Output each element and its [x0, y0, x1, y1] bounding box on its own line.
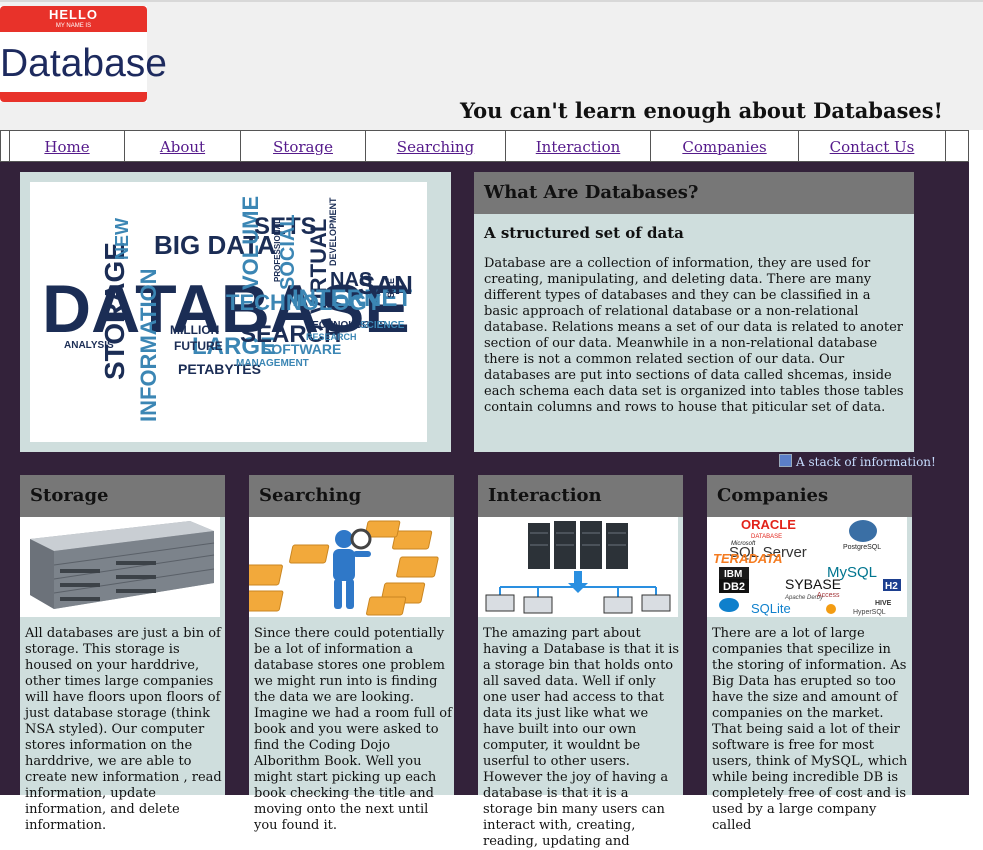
card-storage-heading: Storage [20, 475, 225, 517]
logo-my-name-is: MY NAME IS [55, 23, 92, 29]
card-companies-heading: Companies [707, 475, 912, 517]
nav-item-interaction: Interaction [505, 131, 650, 161]
folders-svg [249, 520, 439, 616]
page-header: HELLO MY NAME IS Database You can't lear… [0, 0, 983, 130]
word-cloud-word: NEW [112, 218, 132, 260]
network-servers-image [478, 517, 678, 617]
word-cloud-word: SOFTWARE [262, 341, 341, 357]
word-cloud-word: MILLION [170, 323, 219, 337]
nav-link-searching[interactable]: Searching [397, 138, 474, 156]
main-nav: Home About Storage Searching Interaction… [0, 130, 969, 162]
logos-svg: ORACLE DATABASE Microsoft SQL Server Pos… [713, 517, 901, 616]
nav-link-home[interactable]: Home [44, 138, 89, 156]
card-searching-text: Since there could potentially be a lot o… [254, 626, 452, 833]
sybase-logo: SYBASE [785, 576, 841, 592]
what-text: Database are a collection of information… [484, 256, 904, 415]
word-cloud-word: ANALYSIS [64, 340, 114, 351]
word-cloud-svg: DATABASEBIG DATAVOLUMESETSSOCIAL VIRTUALT… [42, 196, 413, 422]
logo-word: Database [0, 42, 167, 85]
database-word-cloud-image: DATABASE BIG DATA VOLUME SETS SOCIAL VIRTUAL T… [30, 182, 427, 442]
card-interaction-text: The amazing part about having a Database… [483, 626, 680, 849]
caption-text: A stack of information! [796, 455, 936, 469]
word-cloud-word: INFORMATION [136, 268, 161, 422]
hypersql-label: HyperSQL [853, 609, 886, 616]
nav-link-storage[interactable]: Storage [273, 138, 333, 156]
word-cloud-word: VOLUME [238, 196, 263, 290]
site-logo[interactable]: HELLO MY NAME IS Database [0, 6, 167, 102]
card-searching-heading: Searching [249, 475, 454, 517]
folders-search-image [249, 517, 450, 617]
oracle-logo: ORACLE [741, 517, 796, 532]
teradata-logo: TERADATA [713, 551, 783, 566]
oracle-sub: DATABASE [751, 534, 782, 540]
access-label: Access [817, 592, 840, 599]
nav-link-contact[interactable]: Contact Us [830, 138, 915, 156]
word-cloud-word: MANAGEMENT [236, 358, 309, 369]
word-cloud-word: DEVELOPMENT [328, 197, 338, 266]
card-companies-text: There are a lot of large companies that … [712, 626, 908, 833]
nav-item-storage: Storage [240, 131, 365, 161]
nav-divider [945, 131, 946, 161]
nav-link-companies[interactable]: Companies [682, 138, 766, 156]
ibm-logo: IBM [724, 569, 742, 580]
card-interaction-heading: Interaction [478, 475, 683, 517]
h2-logo: H2 [885, 581, 898, 592]
network-svg [485, 521, 671, 614]
nav-link-interaction[interactable]: Interaction [536, 138, 621, 156]
server-rack-svg [30, 521, 215, 609]
logo-hello: HELLO [48, 7, 99, 22]
database-company-logos-image: ORACLE DATABASE Microsoft SQL Server Pos… [707, 517, 907, 617]
card-storage-text: All databases are just a bin of storage.… [25, 626, 222, 833]
image-caption[interactable]: A stack of information! [779, 454, 936, 469]
sqlite-logo: SQLite [751, 601, 791, 616]
postgres-label: PostgreSQL [843, 544, 881, 551]
word-cloud-word: SIZE [386, 278, 396, 298]
word-cloud-word: SCIENCE [360, 320, 405, 331]
nav-link-about[interactable]: About [160, 138, 205, 156]
nav-item-searching: Searching [365, 131, 505, 161]
word-cloud-word: RESEARCH [306, 332, 357, 342]
nav-item-companies: Companies [650, 131, 798, 161]
word-cloud-word: PROFESSIONAL [273, 219, 282, 282]
db2-logo: DB2 [723, 581, 745, 593]
what-heading: What Are Databases? [474, 172, 914, 214]
nav-item-contact: Contact Us [798, 131, 945, 161]
what-subheading: A structured set of data [484, 224, 684, 242]
nav-item-home: Home [9, 131, 124, 161]
word-cloud-word: STORAGE [99, 242, 130, 380]
nav-item-about: About [124, 131, 240, 161]
server-rack-image [20, 517, 220, 617]
hive-logo: HIVE [875, 600, 892, 607]
image-icon [779, 454, 792, 467]
page-tagline: You can't learn enough about Databases! [460, 98, 943, 123]
word-cloud-word: FUTURE [174, 339, 223, 353]
